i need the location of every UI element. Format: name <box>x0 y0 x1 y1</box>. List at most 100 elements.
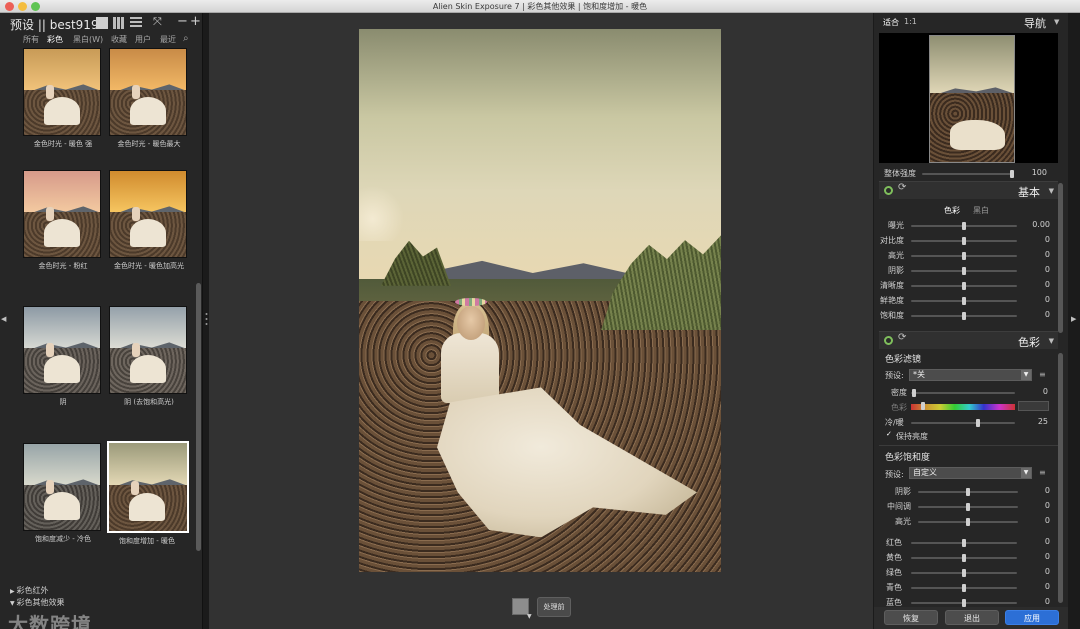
slider-knob[interactable] <box>962 569 966 577</box>
color-section-header[interactable]: ⟳ 色彩 ▼ <box>879 331 1058 349</box>
preset-thumbnail[interactable] <box>23 48 101 136</box>
preset-tile[interactable]: 金色时光 - 暖色 强 <box>22 48 104 149</box>
slider-value[interactable]: 0 <box>1020 265 1050 274</box>
slider-value[interactable]: 0 <box>1020 280 1050 289</box>
preset-tile[interactable]: 阴 (去饱和高光) <box>108 306 190 407</box>
preset-thumbnail[interactable] <box>23 306 101 394</box>
slider-knob[interactable] <box>962 554 966 562</box>
preset-thumbnail[interactable] <box>23 443 101 531</box>
process-before-button[interactable]: 处理前 <box>537 597 571 617</box>
slider-knob[interactable] <box>962 222 966 230</box>
slider-value[interactable]: 0 <box>1020 567 1050 576</box>
slider-value[interactable]: 0.00 <box>1020 220 1050 229</box>
preset-thumbnail[interactable] <box>109 170 187 258</box>
preset-tile[interactable]: 金色时光 - 粉红 <box>22 170 104 271</box>
slider-value[interactable]: 0 <box>1020 295 1050 304</box>
preset-tile-selected[interactable]: 饱和度增加 - 暖色 <box>106 441 189 546</box>
slider-knob[interactable] <box>962 267 966 275</box>
slider-value[interactable]: 0 <box>1020 597 1050 606</box>
warm-cool-slider[interactable] <box>976 419 980 427</box>
plus-icon[interactable]: + <box>190 14 201 29</box>
slider-value[interactable]: 0 <box>1020 310 1050 319</box>
preset-tile[interactable]: 阴 <box>22 306 104 407</box>
slider-value[interactable]: 0 <box>1020 552 1050 561</box>
tab-all[interactable]: 所有 <box>23 34 39 45</box>
slider-knob[interactable] <box>966 518 970 526</box>
image-canvas[interactable]: ▼ 处理前 <box>209 13 873 629</box>
overall-strength-value[interactable]: 100 <box>1017 168 1047 177</box>
preset-tile[interactable]: 饱和度减少 - 冷色 <box>22 443 104 544</box>
apply-button[interactable]: 应用 <box>1005 610 1059 625</box>
caret-down-icon[interactable]: ▼ <box>527 613 532 620</box>
color-saturation-preset-select[interactable]: 自定义 ▼ <box>909 467 1032 479</box>
overall-strength-slider[interactable] <box>1010 170 1014 178</box>
hue-slider-knob[interactable] <box>921 402 925 410</box>
slider-knob[interactable] <box>966 488 970 496</box>
slider-knob[interactable] <box>962 312 966 320</box>
warm-cool-value[interactable]: 25 <box>1018 417 1048 426</box>
tab-bw[interactable]: 黑白(W) <box>73 34 103 45</box>
density-slider[interactable] <box>912 389 916 397</box>
slider-knob[interactable] <box>962 584 966 592</box>
preset-thumbnail[interactable] <box>109 48 187 136</box>
tab-recent[interactable]: 最近 <box>160 34 176 45</box>
presets-scrollbar[interactable] <box>196 283 201 551</box>
overall-strength-track[interactable] <box>922 173 1014 175</box>
hue-color-swatch[interactable] <box>1018 401 1049 411</box>
preset-thumbnail[interactable] <box>107 441 189 533</box>
slider-knob[interactable] <box>962 237 966 245</box>
collapse-left-panel-icon[interactable]: ◀ <box>1 315 6 323</box>
list-view-icon[interactable] <box>130 17 142 29</box>
slider-value[interactable]: 0 <box>1020 516 1050 525</box>
basic-section-header[interactable]: ⟳ 基本 ▼ <box>879 181 1058 199</box>
power-toggle-icon[interactable] <box>884 186 893 195</box>
tab-bw-mode[interactable]: 黑白 <box>973 205 989 216</box>
reset-icon[interactable]: ⟳ <box>898 332 906 343</box>
preset-tile[interactable]: 金色时光 - 暖色加高光 <box>108 170 190 271</box>
tab-user[interactable]: 用户 <box>135 34 151 45</box>
zoom-100-button[interactable]: 1:1 <box>904 17 917 26</box>
menu-icon[interactable]: ≡ <box>1039 468 1046 477</box>
splitter-handle-icon[interactable] <box>205 312 208 326</box>
search-icon[interactable]: ⌕ <box>183 33 189 44</box>
preset-thumbnail[interactable] <box>23 170 101 258</box>
preset-thumbnail[interactable] <box>109 306 187 394</box>
hue-spectrum-slider[interactable] <box>911 404 1015 410</box>
group-item[interactable]: ▼ 彩色其他效果 <box>10 597 200 609</box>
chevron-down-icon[interactable]: ▼ <box>1049 337 1054 345</box>
preset-tile[interactable]: 金色时光 - 暖色最大 <box>108 48 190 149</box>
slider-value[interactable]: 0 <box>1020 250 1050 259</box>
power-toggle-icon[interactable] <box>884 336 893 345</box>
slider-knob[interactable] <box>962 297 966 305</box>
reset-icon[interactable]: ⟳ <box>898 182 906 193</box>
slider-value[interactable]: 0 <box>1020 486 1050 495</box>
slider-knob[interactable] <box>962 252 966 260</box>
color-scrollbar[interactable] <box>1058 353 1063 603</box>
color-filter-preset-select[interactable]: *关 ▼ <box>909 369 1032 381</box>
slider-value[interactable]: 0 <box>1020 582 1050 591</box>
density-value[interactable]: 0 <box>1018 387 1048 396</box>
exit-button[interactable]: 退出 <box>945 610 999 625</box>
chevron-down-icon[interactable]: ▼ <box>1054 18 1059 26</box>
slider-value[interactable]: 0 <box>1020 537 1050 546</box>
navigator-thumbnail[interactable] <box>929 35 1015 163</box>
slider-value[interactable]: 0 <box>1020 235 1050 244</box>
minus-icon[interactable]: − <box>177 14 188 29</box>
restore-button[interactable]: 恢复 <box>884 610 938 625</box>
collapse-right-panel-icon[interactable]: ▶ <box>1071 315 1076 323</box>
slider-knob[interactable] <box>962 599 966 607</box>
tab-color[interactable]: 彩色 <box>47 34 63 45</box>
tab-favorites[interactable]: 收藏 <box>111 34 127 45</box>
slider-knob[interactable] <box>962 539 966 547</box>
slider-knob[interactable] <box>966 503 970 511</box>
menu-icon[interactable]: ≡ <box>1039 370 1046 379</box>
slider-knob[interactable] <box>962 282 966 290</box>
tab-color-mode[interactable]: 色彩 <box>944 205 960 216</box>
collapse-folders-icon[interactable]: ⤧ <box>153 15 162 29</box>
density-track[interactable] <box>911 392 1015 394</box>
basic-scrollbar[interactable] <box>1058 183 1063 333</box>
warm-cool-track[interactable] <box>911 422 1015 424</box>
small-grid-view-icon[interactable] <box>113 17 125 29</box>
group-item[interactable]: ▶ 彩色红外 <box>10 585 200 597</box>
slider-value[interactable]: 0 <box>1020 501 1050 510</box>
